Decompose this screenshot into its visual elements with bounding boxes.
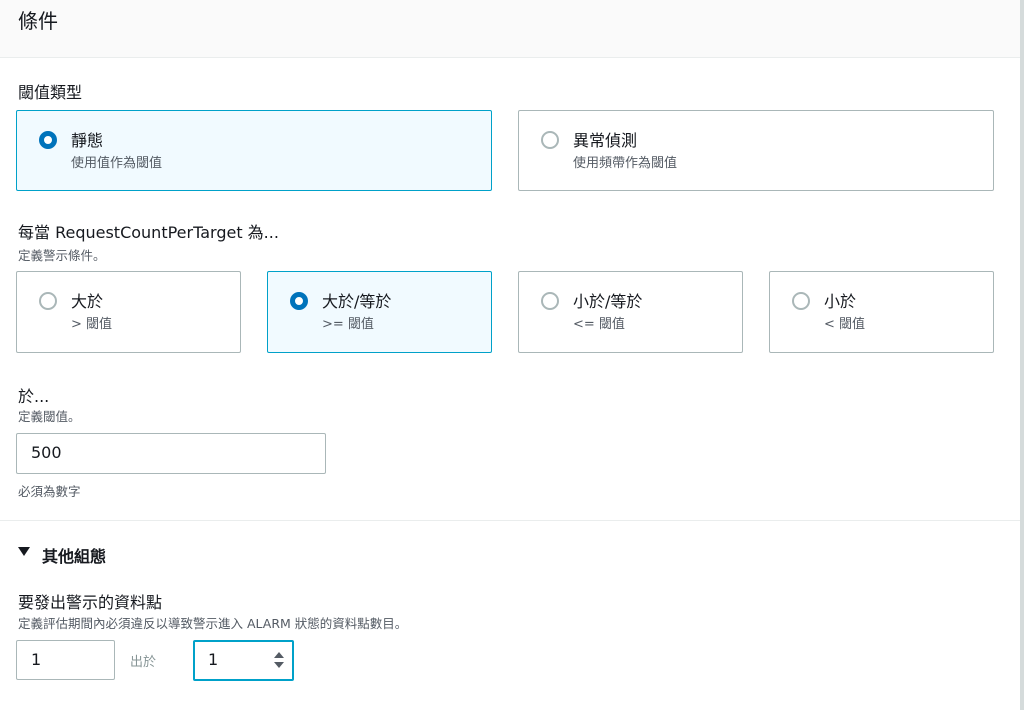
datapoints-description: 定義評估期間內必須違反以導致警示進入 ALARM 狀態的資料點數目。 — [18, 616, 408, 631]
radio-greater-equal[interactable] — [290, 292, 308, 310]
tile-subtitle: <= 閾值 — [573, 317, 625, 332]
datapoints-label: 要發出警示的資料點 — [18, 593, 163, 612]
tile-title: 異常偵測 — [573, 131, 638, 150]
tile-subtitle: 使用值作為閾值 — [71, 156, 163, 171]
condition-lower-tile[interactable]: 小於 < 閾值 — [769, 271, 994, 353]
radio-greater[interactable] — [39, 292, 57, 310]
caret-down-icon[interactable] — [18, 547, 30, 556]
evaluation-periods-value: 1 — [208, 650, 219, 669]
threshold-value-hint: 必須為數字 — [18, 484, 81, 499]
threshold-type-static-tile[interactable]: 靜態 使用值作為閾值 — [16, 110, 492, 191]
condition-description: 定義警示條件。 — [18, 248, 106, 263]
threshold-value-label: 於... — [18, 387, 50, 406]
section-title: 條件 — [18, 9, 58, 33]
condition-greater-equal-tile[interactable]: 大於/等於 >= 閾值 — [267, 271, 492, 353]
evaluation-periods-input[interactable]: 1 — [193, 640, 294, 681]
conditions-header: 條件 — [0, 0, 1020, 58]
threshold-value-input[interactable]: 500 — [16, 433, 326, 474]
section-divider — [0, 520, 1020, 521]
out-of-label: 出於 — [130, 655, 157, 670]
decrement-icon[interactable] — [274, 662, 284, 668]
condition-lower-equal-tile[interactable]: 小於/等於 <= 閾值 — [518, 271, 743, 353]
tile-subtitle: >= 閾值 — [322, 317, 374, 332]
stepper-icon[interactable] — [274, 652, 284, 670]
condition-label: 每當 RequestCountPerTarget 為... — [18, 223, 279, 242]
tile-subtitle: < 閾值 — [824, 317, 866, 332]
scrollbar-track[interactable] — [1020, 0, 1024, 710]
increment-icon[interactable] — [274, 652, 284, 658]
radio-lower[interactable] — [792, 292, 810, 310]
datapoints-to-alarm-input[interactable]: 1 — [16, 640, 115, 680]
tile-title: 大於 — [71, 292, 104, 311]
tile-title: 小於 — [824, 292, 857, 311]
threshold-type-label: 閾值類型 — [18, 83, 83, 102]
radio-anomaly-detection[interactable] — [541, 131, 559, 149]
additional-config-toggle[interactable]: 其他組態 — [42, 543, 106, 567]
radio-static[interactable] — [39, 131, 57, 149]
threshold-value-description: 定義閾值。 — [18, 409, 81, 424]
tile-subtitle: 使用頻帶作為閾值 — [573, 156, 678, 171]
tile-title: 靜態 — [71, 131, 104, 150]
tile-title: 大於/等於 — [322, 292, 392, 311]
condition-greater-tile[interactable]: 大於 > 閾值 — [16, 271, 241, 353]
radio-lower-equal[interactable] — [541, 292, 559, 310]
tile-title: 小於/等於 — [573, 292, 643, 311]
threshold-type-anomaly-tile[interactable]: 異常偵測 使用頻帶作為閾值 — [518, 110, 994, 191]
tile-subtitle: > 閾值 — [71, 317, 113, 332]
